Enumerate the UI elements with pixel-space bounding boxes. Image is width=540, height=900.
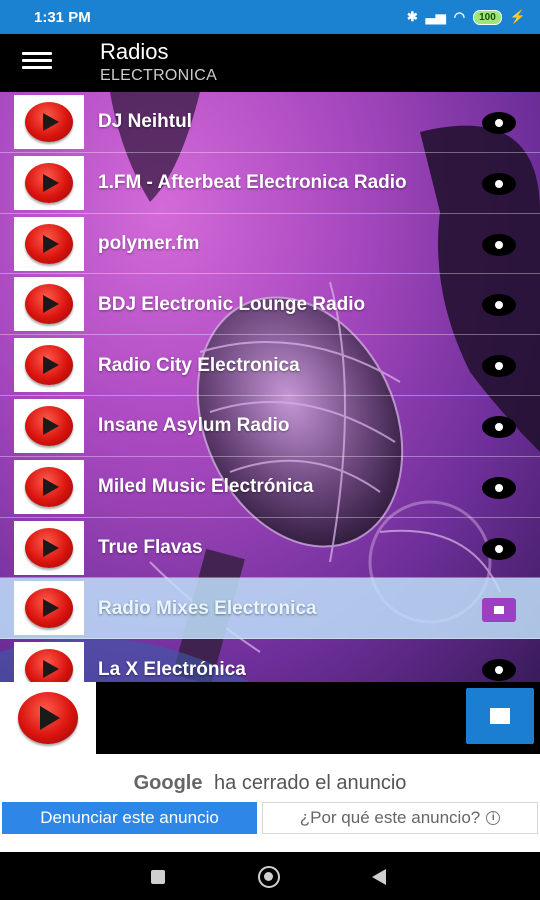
status-dot-icon bbox=[482, 294, 516, 317]
station-row[interactable]: Radio City Electronica bbox=[0, 335, 540, 396]
station-row[interactable]: 1.FM - Afterbeat Electronica Radio bbox=[0, 153, 540, 214]
play-icon bbox=[25, 466, 73, 507]
signal-icon: ▃▅ bbox=[425, 9, 446, 24]
status-dot-icon bbox=[482, 537, 516, 560]
why-this-ad-button[interactable]: ¿Por qué este anuncio? i bbox=[262, 802, 538, 834]
play-icon bbox=[25, 102, 73, 142]
status-dot-icon bbox=[482, 355, 516, 378]
stop-icon bbox=[490, 708, 510, 724]
back-icon[interactable] bbox=[372, 869, 386, 885]
station-name: DJ Neihtul bbox=[98, 111, 192, 133]
station-name: polymer.fm bbox=[98, 232, 200, 254]
station-thumbnail bbox=[14, 398, 84, 453]
play-icon bbox=[18, 692, 78, 744]
wifi-icon: ◠ bbox=[453, 9, 466, 24]
report-ad-button[interactable]: Denunciar este anuncio bbox=[2, 802, 257, 834]
station-thumbnail bbox=[14, 155, 84, 210]
recents-icon[interactable] bbox=[151, 870, 165, 884]
station-name: True Flavas bbox=[98, 536, 203, 558]
play-icon bbox=[25, 284, 73, 325]
station-thumbnail bbox=[14, 581, 84, 636]
why-this-ad-label: ¿Por qué este anuncio? bbox=[299, 808, 481, 827]
ad-closed-text: ha cerrado el anuncio bbox=[214, 772, 407, 794]
ad-brand: Google bbox=[133, 772, 203, 794]
category-subtitle: ELECTRONICA bbox=[100, 67, 218, 84]
station-name: Miled Music Electrónica bbox=[98, 476, 314, 498]
station-name: Radio City Electronica bbox=[98, 354, 300, 376]
play-icon bbox=[25, 162, 73, 203]
station-name: 1.FM - Afterbeat Electronica Radio bbox=[98, 172, 407, 194]
station-thumbnail bbox=[14, 338, 84, 393]
station-list: DJ Neihtul 1.FM - Afterbeat Electronica … bbox=[0, 92, 540, 682]
ad-banner: Google ha cerrado el anuncio Denunciar e… bbox=[0, 754, 540, 852]
battery-icon: 100 bbox=[473, 9, 502, 25]
status-dot-icon bbox=[482, 415, 516, 438]
status-dot-icon bbox=[482, 112, 516, 134]
play-icon bbox=[25, 649, 73, 682]
station-thumbnail bbox=[14, 216, 84, 271]
station-thumbnail bbox=[14, 95, 84, 149]
play-icon bbox=[25, 588, 73, 629]
station-row[interactable]: polymer.fm bbox=[0, 214, 540, 275]
stop-icon[interactable] bbox=[482, 598, 516, 623]
status-dot-icon bbox=[482, 476, 516, 499]
play-icon bbox=[25, 223, 73, 264]
hamburger-menu-icon[interactable] bbox=[22, 52, 52, 72]
play-icon bbox=[25, 527, 73, 568]
ad-closed-message: Google ha cerrado el anuncio bbox=[0, 772, 540, 795]
status-dot-icon bbox=[482, 233, 516, 256]
station-name: Radio Mixes Electronica bbox=[98, 597, 317, 619]
station-thumbnail bbox=[14, 459, 84, 514]
bluetooth-icon: ✱ bbox=[406, 9, 418, 24]
station-name: La X Electrónica bbox=[98, 658, 246, 680]
now-playing-thumbnail bbox=[0, 682, 96, 754]
station-thumbnail bbox=[14, 277, 84, 332]
player-bar bbox=[0, 682, 540, 754]
station-row[interactable]: BDJ Electronic Lounge Radio bbox=[0, 274, 540, 336]
home-icon[interactable] bbox=[258, 866, 280, 888]
play-icon bbox=[25, 345, 73, 386]
station-row[interactable]: True Flavas bbox=[0, 518, 540, 579]
station-name: BDJ Electronic Lounge Radio bbox=[98, 293, 366, 315]
status-dot-icon bbox=[482, 659, 516, 682]
station-thumbnail bbox=[14, 520, 84, 575]
station-thumbnail bbox=[14, 642, 84, 682]
status-icons: ✱ ▃▅ ◠ 100 ⚡ bbox=[407, 9, 526, 25]
app-bar: Radios ELECTRONICA bbox=[0, 34, 540, 92]
status-dot-icon bbox=[482, 172, 516, 195]
station-row[interactable]: Miled Music Electrónica bbox=[0, 457, 540, 518]
play-icon bbox=[25, 405, 73, 446]
status-bar: 1:31 PM ✱ ▃▅ ◠ 100 ⚡ bbox=[0, 0, 540, 34]
system-nav-bar bbox=[0, 852, 540, 900]
status-time: 1:31 PM bbox=[34, 8, 91, 26]
page-title: Radios bbox=[100, 39, 169, 64]
station-row[interactable]: DJ Neihtul bbox=[0, 92, 540, 153]
station-name: Insane Asylum Radio bbox=[98, 415, 290, 437]
station-row[interactable]: La X Electrónica bbox=[0, 639, 540, 682]
station-row[interactable]: Insane Asylum Radio bbox=[0, 396, 540, 457]
info-icon: i bbox=[486, 811, 501, 825]
station-row-selected[interactable]: Radio Mixes Electronica bbox=[0, 578, 540, 640]
charging-icon: ⚡ bbox=[509, 9, 526, 24]
stop-button[interactable] bbox=[466, 688, 534, 744]
